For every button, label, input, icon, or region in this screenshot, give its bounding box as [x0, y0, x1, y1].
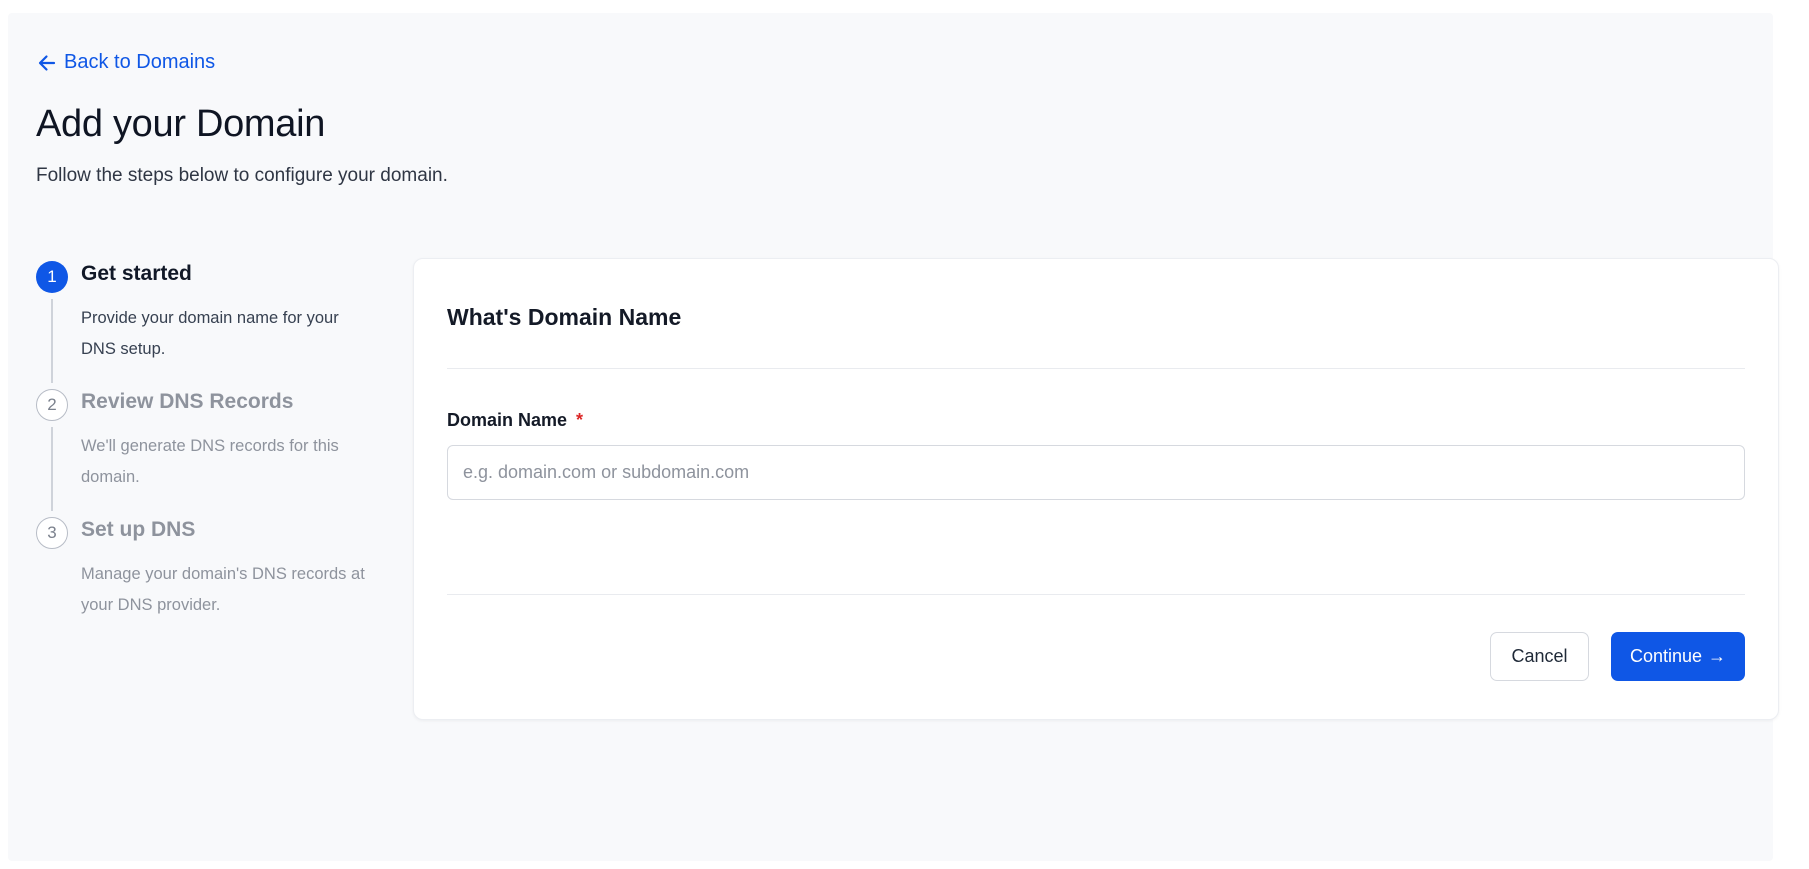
- page-title: Add your Domain: [36, 103, 326, 145]
- continue-button[interactable]: Continue →: [1611, 632, 1745, 681]
- step-description: Provide your domain name for your DNS se…: [81, 309, 339, 358]
- step-title: Review DNS Records: [81, 390, 294, 413]
- page-subtitle: Follow the steps below to configure your…: [36, 165, 448, 186]
- back-link-label: Back to Domains: [64, 51, 216, 73]
- stepper: 1 Get started Provide your domain name f…: [36, 261, 376, 614]
- cancel-button[interactable]: Cancel: [1490, 632, 1589, 681]
- domain-form-card: What's Domain Name Domain Name * Cancel …: [413, 258, 1779, 720]
- continue-button-label: Continue: [1629, 646, 1703, 666]
- form-title: What's Domain Name: [447, 304, 682, 330]
- step-number-badge: 1: [36, 261, 68, 293]
- step-connector: [51, 299, 53, 383]
- divider: [447, 594, 1745, 595]
- step-title: Set up DNS: [81, 518, 196, 541]
- step-description: Manage your domain's DNS records at your…: [81, 565, 365, 614]
- arrow-left-icon: [38, 54, 56, 72]
- step-connector: [51, 427, 53, 511]
- step-review-dns-records: 2 Review DNS Records We'll generate DNS …: [36, 389, 376, 517]
- step-description: We'll generate DNS records for this doma…: [81, 437, 339, 486]
- divider: [447, 368, 1745, 369]
- domain-name-input[interactable]: [447, 445, 1745, 500]
- required-marker: *: [576, 410, 584, 430]
- back-to-domains-link[interactable]: Back to Domains: [38, 51, 215, 74]
- step-number-badge: 3: [36, 517, 68, 549]
- step-title: Get started: [81, 262, 192, 285]
- step-get-started: 1 Get started Provide your domain name f…: [36, 261, 376, 389]
- step-number-badge: 2: [36, 389, 68, 421]
- domain-name-label-text: Domain Name: [447, 410, 568, 430]
- page-container: Back to Domains Add your Domain Follow t…: [8, 13, 1779, 861]
- arrow-right-icon: →: [1708, 646, 1727, 666]
- domain-name-label: Domain Name *: [447, 410, 583, 431]
